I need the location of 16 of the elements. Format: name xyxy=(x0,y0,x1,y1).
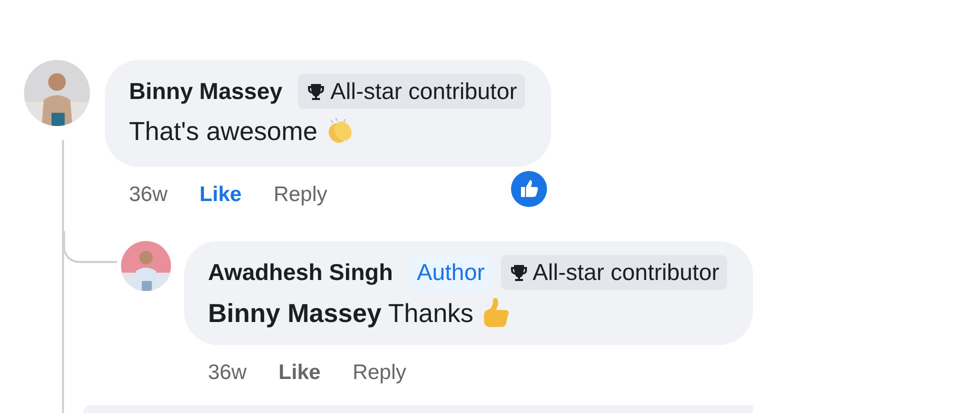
contributor-badge: All-star contributor xyxy=(298,74,526,109)
contributor-badge: All-star contributor xyxy=(500,255,728,290)
trophy-icon xyxy=(306,82,326,102)
timestamp[interactable]: 36w xyxy=(208,361,247,385)
like-link[interactable]: Like xyxy=(278,361,321,385)
comment-text: Binny Massey Thanks xyxy=(208,296,728,329)
like-link[interactable]: Like xyxy=(200,183,242,207)
timestamp[interactable]: 36w xyxy=(129,183,168,207)
trophy-icon xyxy=(508,262,529,282)
author-name[interactable]: Awadhesh Singh xyxy=(208,259,393,286)
author-name[interactable]: Binny Massey xyxy=(129,78,282,105)
like-reaction-icon[interactable] xyxy=(511,171,548,207)
reply-link[interactable]: Reply xyxy=(274,183,328,207)
reply-link[interactable]: Reply xyxy=(352,361,406,385)
comment-text: That's awesome xyxy=(129,115,526,147)
author-badge: Author xyxy=(408,255,493,290)
